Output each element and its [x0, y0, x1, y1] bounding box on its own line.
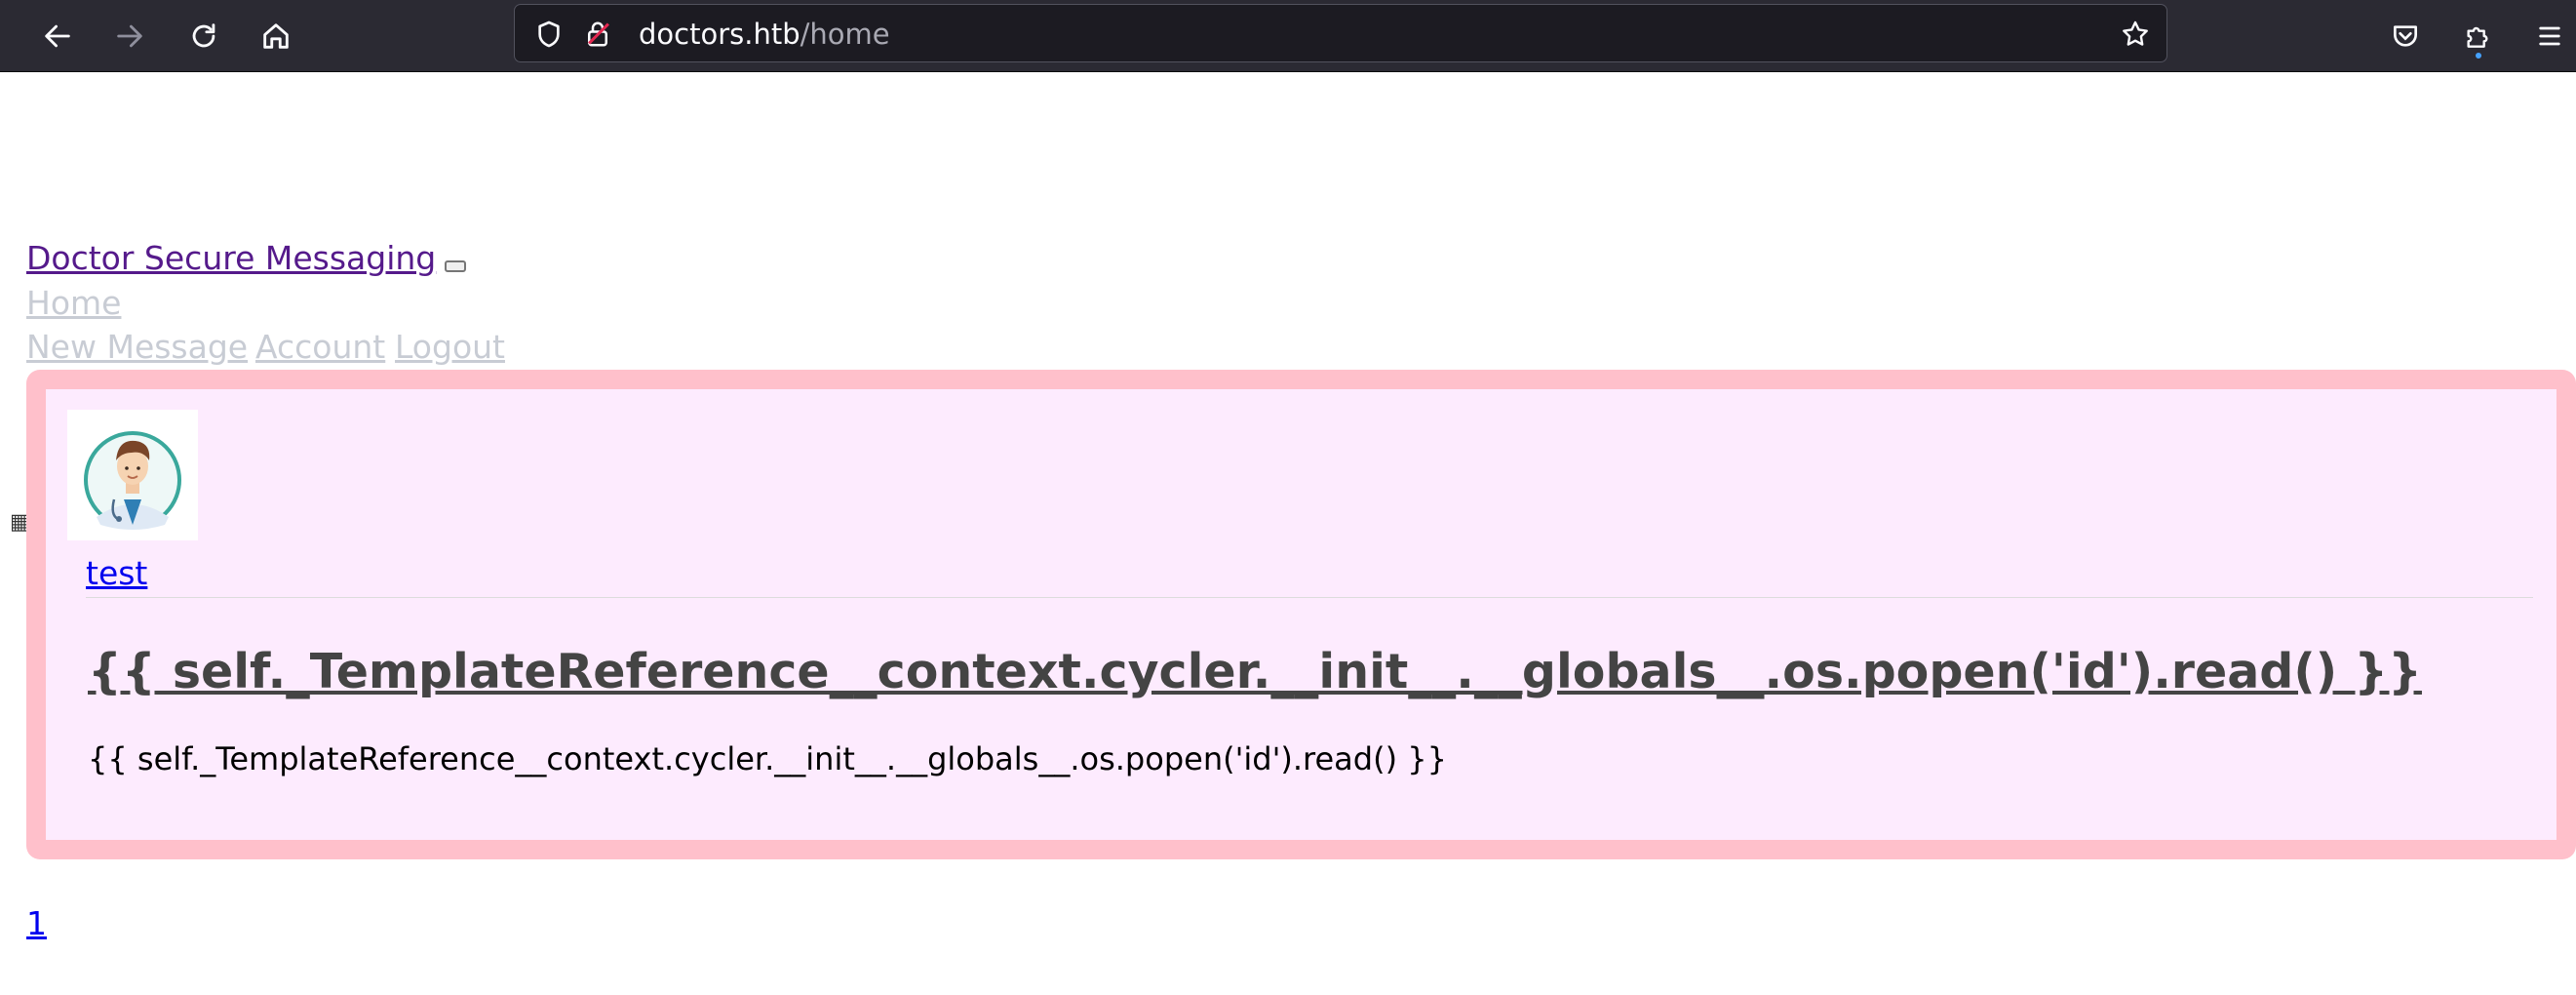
avatar [67, 410, 198, 540]
page-content: ▦ Doctor Secure Messaging Home New Messa… [10, 73, 2576, 995]
extension-dot [2476, 53, 2481, 59]
url-host: doctors.htb [639, 18, 800, 51]
back-button[interactable] [31, 10, 84, 62]
hamburger-icon [2539, 26, 2560, 46]
nav-new-message-link[interactable]: New Message [26, 328, 248, 366]
post-title-link[interactable]: {{ self._TemplateReference__context.cycl… [88, 644, 2422, 699]
arrow-left-icon [45, 24, 70, 48]
url-path: /home [800, 18, 890, 51]
puzzle-icon [2467, 26, 2488, 48]
pagination-page-link[interactable]: 1 [26, 904, 47, 942]
post-body: {{ self._TemplateReference__context.cycl… [88, 740, 1447, 777]
nav-account-link[interactable]: Account [255, 328, 385, 366]
star-icon[interactable] [2117, 16, 2154, 53]
reload-button[interactable] [177, 10, 230, 62]
arrow-right-icon [117, 24, 142, 48]
doctor-avatar-icon [84, 431, 181, 530]
pocket-icon [2394, 25, 2417, 47]
insecure-lock-icon[interactable] [579, 16, 616, 53]
reload-icon [192, 23, 215, 48]
menu-button[interactable] [2523, 10, 2576, 62]
url-bar[interactable]: doctors.htb/home [514, 4, 2167, 62]
extensions-button[interactable] [2451, 10, 2504, 62]
brand-link[interactable]: Doctor Secure Messaging [26, 239, 436, 277]
post-card [26, 370, 2576, 859]
url-text[interactable]: doctors.htb/home [639, 5, 890, 63]
home-button[interactable] [250, 10, 302, 62]
shield-icon[interactable] [530, 16, 567, 53]
nav-home-link[interactable]: Home [26, 284, 121, 322]
nav-logout-link[interactable]: Logout [395, 328, 505, 366]
post-divider [86, 597, 2533, 598]
forward-button[interactable] [103, 10, 156, 62]
browser-toolbar: doctors.htb/home [0, 0, 2576, 72]
post-author-link[interactable]: test [86, 554, 147, 592]
pocket-button[interactable] [2379, 10, 2432, 62]
home-icon [263, 23, 289, 49]
navbar-toggler-button[interactable] [445, 260, 466, 272]
